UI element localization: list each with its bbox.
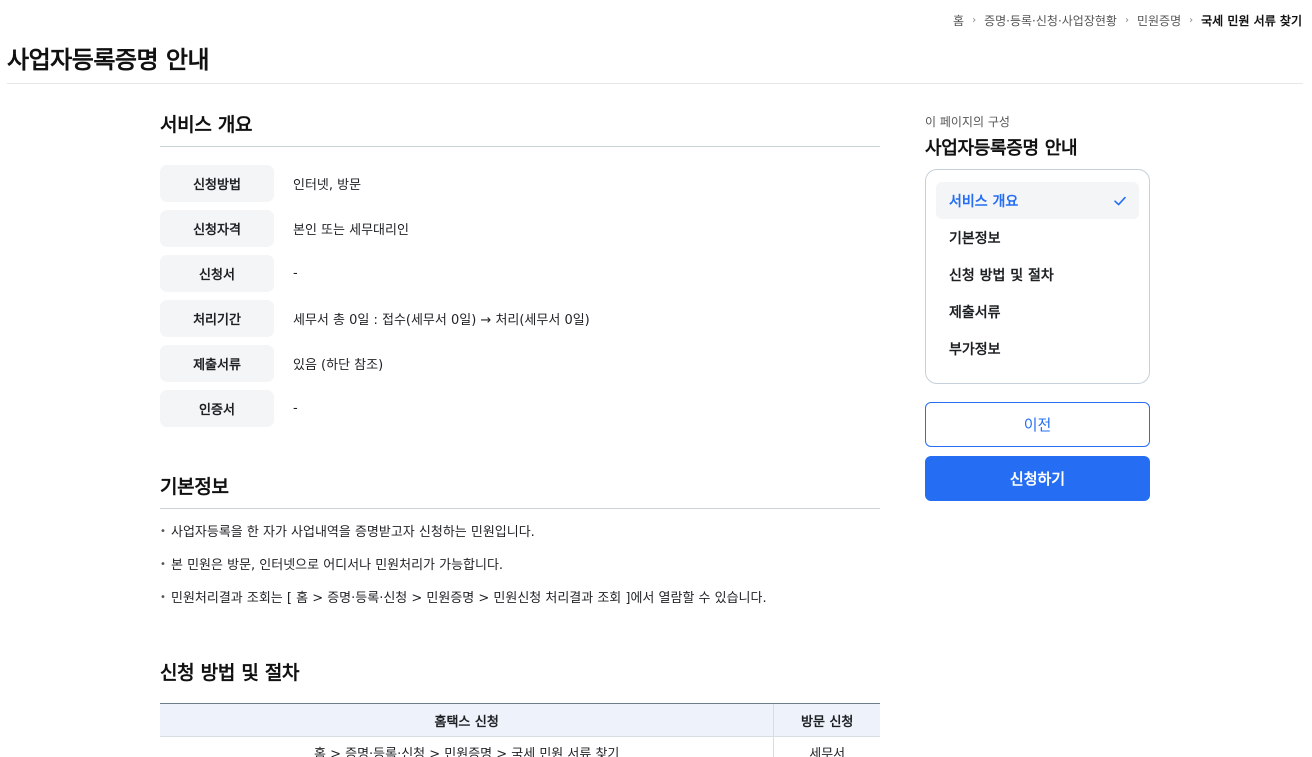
section-title-method: 신청 방법 및 절차 [160,662,300,684]
chevron-right-icon: › [1189,15,1194,26]
toc-item-label: 기본정보 [949,230,1001,247]
toc-item-label: 제출서류 [949,304,1001,321]
overview-value: - [293,401,298,416]
table-row: 홈 > 증명·등록·신청 > 민원증명 > 국세 민원 서류 찾기 세무서 [160,736,880,757]
overview-label: 신청서 [160,255,274,292]
toc-item-basic[interactable]: 기본정보 [936,219,1139,256]
table-cell: 홈 > 증명·등록·신청 > 민원증명 > 국세 민원 서류 찾기 [314,746,620,757]
overview-row-period: 처리기간 세무서 총 0일 : 접수(세무서 0일) → 처리(세무서 0일) [160,300,880,337]
page-title: 사업자등록증명 안내 [7,46,210,74]
method-table: 홈택스 신청 방문 신청 홈 > 증명·등록·신청 > 민원증명 > 국세 민원… [160,703,880,757]
prev-button[interactable]: 이전 [925,402,1150,447]
toc-item-overview[interactable]: 서비스 개요 [936,182,1139,219]
breadcrumb-civil-proof[interactable]: 민원증명 [1137,12,1181,29]
basic-info-section: 기본정보 • 사업자등록을 한 자가 사업내역을 증명받고자 신청하는 민원입니다… [160,472,880,622]
overview-label: 신청방법 [160,165,274,202]
apply-button[interactable]: 신청하기 [925,456,1150,501]
overview-row-form: 신청서 - [160,255,880,292]
section-title-overview: 서비스 개요 [160,110,880,147]
toc-item-label: 서비스 개요 [949,193,1019,210]
overview-value: 인터넷, 방문 [293,178,362,193]
overview-row-method: 신청방법 인터넷, 방문 [160,165,880,202]
toc-item-extra[interactable]: 부가정보 [936,330,1139,367]
chevron-right-icon: › [1124,15,1129,26]
overview-value: 본인 또는 세무대리인 [293,223,409,238]
overview-row-eligibility: 신청자격 본인 또는 세무대리인 [160,210,880,247]
overview-label: 인증서 [160,390,274,427]
toc-item-method[interactable]: 신청 방법 및 절차 [936,256,1139,293]
toc-item-label: 부가정보 [949,341,1001,358]
basic-info-list: • 사업자등록을 한 자가 사업내역을 증명받고자 신청하는 민원입니다. • 본 … [160,523,880,622]
service-overview-section: 서비스 개요 신청방법 인터넷, 방문 신청자격 본인 또는 세무대리인 신청서… [160,110,880,427]
breadcrumb-certificate[interactable]: 증명·등록·신청·사업장현황 [984,12,1117,29]
list-item-text: 본 민원은 방문, 인터넷으로 어디서나 민원처리가 가능합니다. [171,558,504,573]
check-icon [1114,196,1126,205]
list-item: • 본 민원은 방문, 인터넷으로 어디서나 민원처리가 가능합니다. [160,556,880,589]
overview-value: 세무서 총 0일 : 접수(세무서 0일) → 처리(세무서 0일) [293,313,590,328]
toc-subtitle: 이 페이지의 구성 [925,115,1010,129]
list-item-text: 사업자등록을 한 자가 사업내역을 증명받고자 신청하는 민원입니다. [171,525,535,540]
list-item: • 사업자등록을 한 자가 사업내역을 증명받고자 신청하는 민원입니다. [160,523,880,556]
toc-item-label: 신청 방법 및 절차 [949,267,1054,284]
overview-list: 신청방법 인터넷, 방문 신청자격 본인 또는 세무대리인 신청서 - 처리기간… [160,165,880,427]
table-header-row: 홈택스 신청 방문 신청 [160,703,880,737]
toc-title: 사업자등록증명 안내 [925,138,1078,159]
bullet-icon: • [160,592,166,603]
list-item-text: 민원처리결과 조회는 [ 홈 > 증명·등록·신청 > 민원증명 > 민원신청 … [171,591,767,606]
page-toc-panel: 이 페이지의 구성 사업자등록증명 안내 서비스 개요 기본정보 신청 방법 및… [925,113,1150,501]
list-item: • 민원처리결과 조회는 [ 홈 > 증명·등록·신청 > 민원증명 > 민원신청… [160,589,880,622]
bullet-icon: • [160,559,166,570]
method-section: 신청 방법 및 절차 홈택스 신청 방문 신청 홈 > 증명·등록·신청 > 민… [160,658,880,757]
breadcrumb-current[interactable]: 국세 민원 서류 찾기 [1201,12,1302,29]
overview-label: 처리기간 [160,300,274,337]
overview-value: 있음 (하단 참조) [293,358,384,373]
breadcrumb-home[interactable]: 홈 [953,12,964,29]
chevron-right-icon: › [972,15,977,26]
overview-row-certificate: 인증서 - [160,390,880,427]
section-title-basic: 기본정보 [160,472,880,509]
overview-label: 제출서류 [160,345,274,382]
overview-label: 신청자격 [160,210,274,247]
table-cell: 세무서 [773,736,880,757]
overview-value: - [293,266,298,281]
bullet-icon: • [160,526,166,537]
toc-list: 서비스 개요 기본정보 신청 방법 및 절차 제출서류 부가정보 [925,169,1150,384]
table-header-hometax: 홈택스 신청 [160,703,774,737]
main-content: 서비스 개요 신청방법 인터넷, 방문 신청자격 본인 또는 세무대리인 신청서… [160,110,880,757]
overview-row-documents: 제출서류 있음 (하단 참조) [160,345,880,382]
toc-item-documents[interactable]: 제출서류 [936,293,1139,330]
title-divider [7,83,1303,84]
table-header-visit: 방문 신청 [773,703,880,737]
breadcrumb: 홈 › 증명·등록·신청·사업장현황 › 민원증명 › 국세 민원 서류 찾기 [953,12,1302,29]
